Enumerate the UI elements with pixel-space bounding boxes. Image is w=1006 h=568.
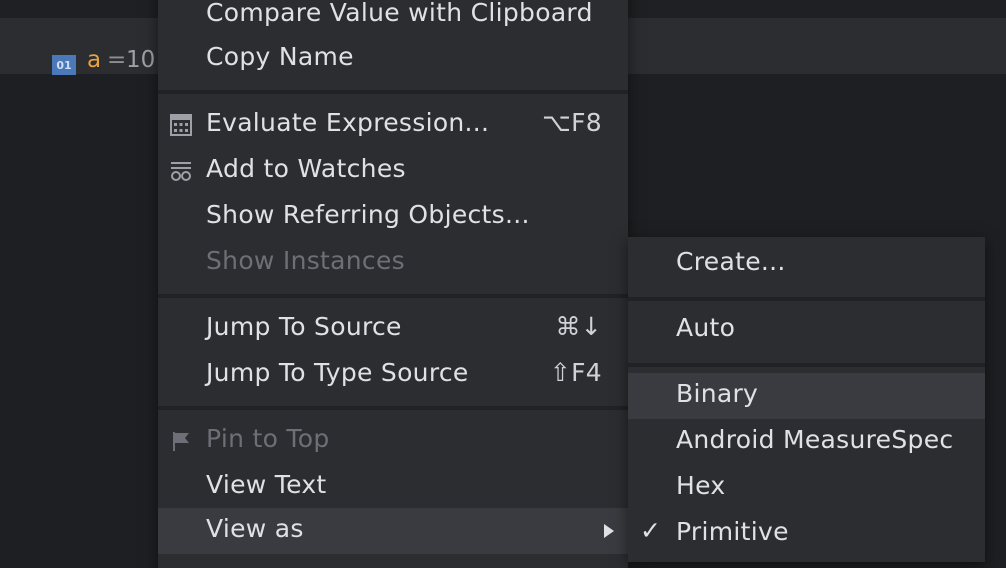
submenu-item-create[interactable]: Create... (628, 241, 985, 287)
menu-separator (158, 406, 628, 410)
menu-separator (158, 90, 628, 94)
menu-item-view-text[interactable]: View Text (158, 464, 628, 510)
submenu-item-primitive[interactable]: ✓ Primitive (628, 511, 985, 557)
variable-name: a (87, 47, 102, 73)
menu-item-evaluate-expression[interactable]: Evaluate Expression... ⌥F8 (158, 102, 628, 148)
submenu-arrow-icon (604, 524, 614, 538)
menu-item-compare-value-with-clipboard[interactable]: Compare Value with Clipboard (158, 0, 628, 38)
submenu-item-auto[interactable]: Auto (628, 307, 985, 353)
menu-item-copy-name[interactable]: Copy Name (158, 36, 628, 82)
menu-item-show-referring-objects[interactable]: Show Referring Objects... (158, 194, 628, 240)
menu-item-jump-to-source[interactable]: Jump To Source ⌘↓ (158, 306, 628, 352)
calculator-icon (170, 113, 192, 136)
shortcut-evaluate-expression: ⌥F8 (542, 108, 602, 137)
submenu-item-hex[interactable]: Hex (628, 465, 985, 511)
flag-icon (170, 429, 192, 451)
shortcut-jump-to-type-source: ⇧F4 (549, 358, 602, 387)
view-as-submenu: Create... Auto Binary Android MeasureSpe… (628, 237, 985, 562)
menu-item-show-instances[interactable]: Show Instances (158, 240, 628, 286)
variable-value: 10 (126, 47, 156, 73)
watches-icon (170, 159, 192, 181)
submenu-item-binary[interactable]: Binary (628, 373, 985, 419)
checkmark-icon: ✓ (640, 516, 662, 545)
context-menu: Compare Value with Clipboard Copy Name E… (158, 0, 628, 568)
submenu-item-android-measurespec[interactable]: Android MeasureSpec (628, 419, 985, 465)
menu-separator (158, 294, 628, 298)
menu-item-pin-to-top[interactable]: Pin to Top (158, 418, 628, 464)
submenu-separator (628, 297, 985, 301)
variable-equals: = (107, 47, 127, 73)
menu-item-jump-to-type-source[interactable]: Jump To Type Source ⇧F4 (158, 352, 628, 398)
menu-item-view-as[interactable]: View as (158, 508, 628, 554)
shortcut-jump-to-source: ⌘↓ (555, 312, 602, 341)
submenu-separator (628, 363, 985, 367)
primitive-type-icon: 01 (52, 55, 76, 75)
debugger-variables-panel: 01 a = 10 Compare Value with Clipboard C… (0, 0, 1006, 568)
menu-item-add-to-watches[interactable]: Add to Watches (158, 148, 628, 194)
